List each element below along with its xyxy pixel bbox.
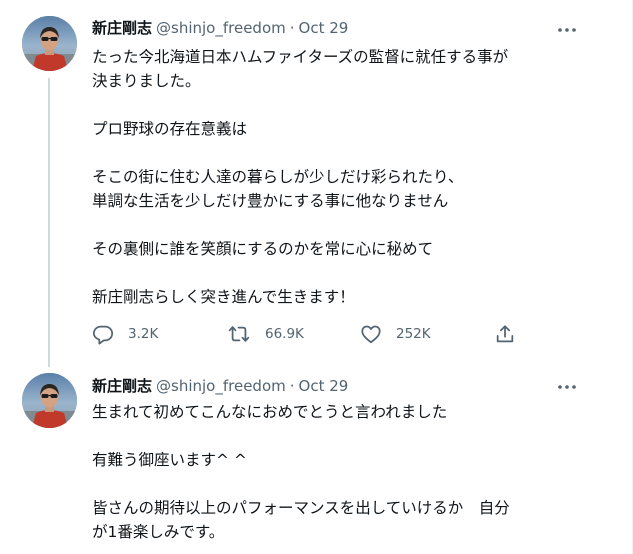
avatar[interactable] — [22, 16, 77, 71]
retweet-count: 66.9K — [265, 326, 304, 342]
reply-count: 3.2K — [128, 326, 159, 342]
more-horizontal-icon — [558, 385, 576, 389]
tweet-text-line: 決まりました。 — [92, 72, 201, 90]
separator: · — [289, 19, 295, 37]
share-button[interactable] — [494, 320, 516, 348]
share-icon — [496, 325, 514, 343]
tweet-actions: 3.2K 66.9K 252K — [92, 320, 532, 348]
tweet[interactable]: 新庄剛志 @shinjo_freedom · Oct 29 たった今北海道日本ハムファ… — [0, 0, 633, 367]
tweet-date[interactable]: Oct 29 — [299, 19, 349, 37]
like-count: 252K — [396, 326, 431, 342]
retweet-button[interactable]: 66.9K — [227, 320, 304, 348]
tweet-text-line: そこの街に住む人達の暮らしが少しだけ彩られたり、 — [92, 168, 464, 186]
thread-connector — [48, 78, 50, 367]
avatar[interactable] — [22, 373, 77, 428]
more-horizontal-icon — [558, 28, 576, 32]
more-options-button[interactable] — [553, 376, 581, 398]
tweet-text-line: 新庄剛志らしく突き進んで生きます！ — [92, 288, 355, 306]
reply-button[interactable]: 3.2K — [92, 320, 158, 348]
separator: · — [289, 377, 295, 395]
more-options-button[interactable] — [553, 19, 581, 41]
tweet-text-line: 生まれて初めてこんなにおめでとうと言われました — [92, 403, 448, 421]
author-name[interactable]: 新庄剛志 — [92, 377, 152, 395]
tweet-thread: 新庄剛志 @shinjo_freedom · Oct 29 たった今北海道日本ハムファ… — [0, 0, 633, 554]
tweet-text-line: その裏側に誰を笑顔にするのかを常に心に秘めて — [92, 240, 434, 258]
tweet-header: 新庄剛志 @shinjo_freedom · Oct 29 — [92, 375, 348, 397]
reply-icon — [92, 325, 114, 345]
tweet-text-line: 有難う御座います^ ^ — [92, 451, 247, 469]
tweet-text-line: が1番楽しみです。 — [92, 523, 225, 541]
heart-icon — [361, 325, 381, 344]
avatar-photo — [22, 16, 77, 71]
author-name[interactable]: 新庄剛志 — [92, 19, 152, 37]
tweet-text: たった今北海道日本ハムファイターズの監督に就任する事が 決まりました。 プロ野球… — [92, 45, 597, 309]
tweet-header: 新庄剛志 @shinjo_freedom · Oct 29 — [92, 17, 348, 39]
like-button[interactable]: 252K — [360, 320, 431, 348]
tweet[interactable]: 新庄剛志 @shinjo_freedom · Oct 29 生まれて初めてこんなにおめ… — [0, 364, 633, 554]
tweet-text-line: 皆さんの期待以上のパフォーマンスを出していけるか 自分 — [92, 499, 510, 517]
retweet-icon — [228, 326, 250, 342]
tweet-date[interactable]: Oct 29 — [299, 377, 349, 395]
author-handle[interactable]: @shinjo_freedom — [156, 377, 286, 395]
tweet-text-line: プロ野球の存在意義は — [92, 120, 248, 138]
author-handle[interactable]: @shinjo_freedom — [156, 19, 286, 37]
tweet-text-line: たった今北海道日本ハムファイターズの監督に就任する事が — [92, 48, 509, 66]
tweet-text-line: 単調な生活を少しだけ豊かにする事に他なりません — [92, 192, 449, 210]
tweet-text: 生まれて初めてこんなにおめでとうと言われました 有難う御座います^ ^ 皆さんの… — [92, 400, 597, 544]
avatar-photo — [22, 373, 77, 428]
